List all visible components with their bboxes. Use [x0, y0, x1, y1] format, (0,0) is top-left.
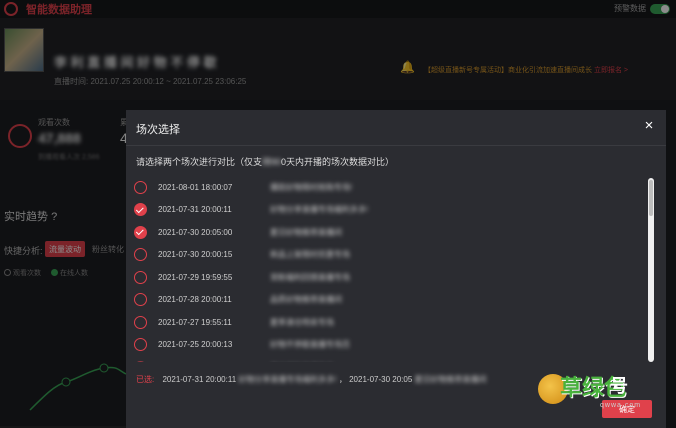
selected-a-time: 2021-07-31 20:00:11	[162, 375, 237, 384]
selected-sessions: 已选: 2021-07-31 20:00:11 好物分享直播专场福利多多! ， …	[136, 374, 487, 385]
session-title: 新品上架限时优惠专场	[270, 250, 350, 260]
watermark-text-2: 号	[610, 376, 628, 396]
session-row[interactable]: 2021-08-01 18:00:07 爆款好物限时抢购专场!	[134, 176, 644, 199]
close-button[interactable]: ×	[642, 118, 656, 133]
modal-header: 场次选择 ×	[126, 110, 666, 146]
session-row[interactable]: 2021-07-31 20:00:11 好物分享直播专场福利多多!	[134, 199, 644, 222]
session-row[interactable]: 2021-07-24 18:03:31周末福利直播专场	[134, 356, 644, 362]
session-time: 2021-07-30 20:00:15	[158, 250, 233, 260]
session-title: 好物不停歇直播专场百	[270, 340, 350, 350]
modal-title: 场次选择	[136, 124, 180, 136]
selected-b-time: 2021-07-30 20:05	[349, 375, 413, 384]
scrollbar[interactable]	[648, 178, 654, 362]
session-time: 2021-07-29 19:59:55	[158, 272, 233, 282]
session-row[interactable]: 2021-07-28 20:00:11 品质好物推荐直播间	[134, 289, 644, 312]
selected-a-title: 好物分享直播专场福利多多!	[238, 375, 337, 384]
watermark: 草绿色 号 qwwa.com	[538, 368, 670, 420]
session-title: 宠粉福利回馈直播专场	[270, 272, 350, 282]
instruction-text: 请选择两个场次进行对比（仅支持900天内开播的场次数据对比）	[136, 157, 395, 167]
session-checkbox[interactable]	[134, 225, 147, 239]
session-time: 2021-07-31 20:00:11	[158, 205, 232, 215]
session-list: 2021-08-01 18:00:07 爆款好物限时抢购专场! 2021-07-31…	[134, 176, 644, 362]
session-checkbox[interactable]	[134, 293, 147, 307]
scrollbar-thumb[interactable]	[649, 180, 653, 216]
selected-label: 已选:	[136, 375, 155, 384]
watermark-url: qwwa.com	[600, 402, 642, 409]
session-checkbox[interactable]	[134, 180, 147, 194]
session-checkbox[interactable]	[134, 315, 147, 329]
session-time: 2021-07-28 20:00:11	[158, 295, 232, 305]
session-time: 2021-07-25 20:00:13	[158, 340, 233, 350]
session-checkbox[interactable]	[134, 203, 147, 217]
session-time: 2021-07-30 20:05:00	[158, 227, 233, 237]
session-title: 夏季清仓特卖专场	[270, 317, 334, 327]
session-row[interactable]: 2021-07-29 19:59:55 宠粉福利回馈直播专场	[134, 266, 644, 289]
session-title: 夏日好物推荐直播间	[270, 227, 342, 237]
session-checkbox[interactable]	[134, 338, 147, 352]
session-row[interactable]: 2021-07-25 20:00:13 好物不停歇直播专场百	[134, 334, 644, 357]
session-title: 好物分享直播专场福利多多!	[270, 205, 369, 215]
session-checkbox[interactable]	[134, 248, 147, 262]
session-title: 品质好物推荐直播间	[270, 295, 342, 305]
selected-separator: ，	[338, 375, 347, 384]
session-checkbox[interactable]	[134, 360, 147, 362]
selected-b-title: 夏日好物推荐直播间	[414, 375, 487, 384]
session-row[interactable]: 2021-07-30 20:00:15 新品上架限时优惠专场	[134, 244, 644, 267]
session-row[interactable]: 2021-07-30 20:05:00 夏日好物推荐直播间	[134, 221, 644, 244]
session-checkbox[interactable]	[134, 270, 147, 284]
session-time: 2021-08-01 18:00:07	[158, 182, 233, 192]
session-time: 2021-07-27 19:55:11	[158, 317, 232, 327]
session-title: 爆款好物限时抢购专场!	[270, 182, 353, 192]
session-row[interactable]: 2021-07-27 19:55:11 夏季清仓特卖专场	[134, 311, 644, 334]
